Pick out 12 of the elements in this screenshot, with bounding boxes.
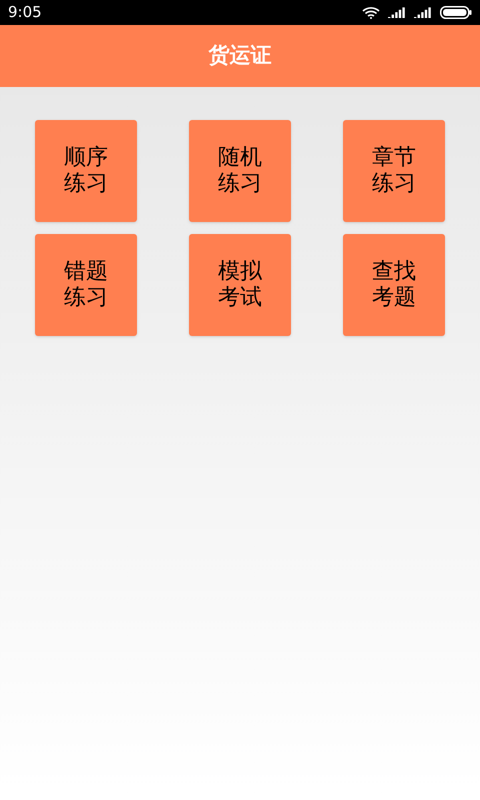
menu-tile[interactable]: 查找考题	[343, 234, 445, 336]
menu-tile[interactable]: 模拟考试	[188, 234, 291, 336]
status-time: 9:05	[8, 5, 42, 20]
battery-icon	[440, 6, 472, 19]
wifi-icon	[362, 6, 380, 19]
signal-icon	[388, 7, 406, 18]
signal-icon	[414, 7, 432, 18]
menu-tile[interactable]: 随机练习	[188, 120, 291, 222]
menu-tile[interactable]: 顺序练习	[35, 120, 137, 222]
header-title: 货运证	[208, 42, 272, 70]
menu-tile[interactable]: 章节练习	[343, 120, 445, 222]
menu-tile[interactable]: 错题练习	[35, 234, 137, 336]
